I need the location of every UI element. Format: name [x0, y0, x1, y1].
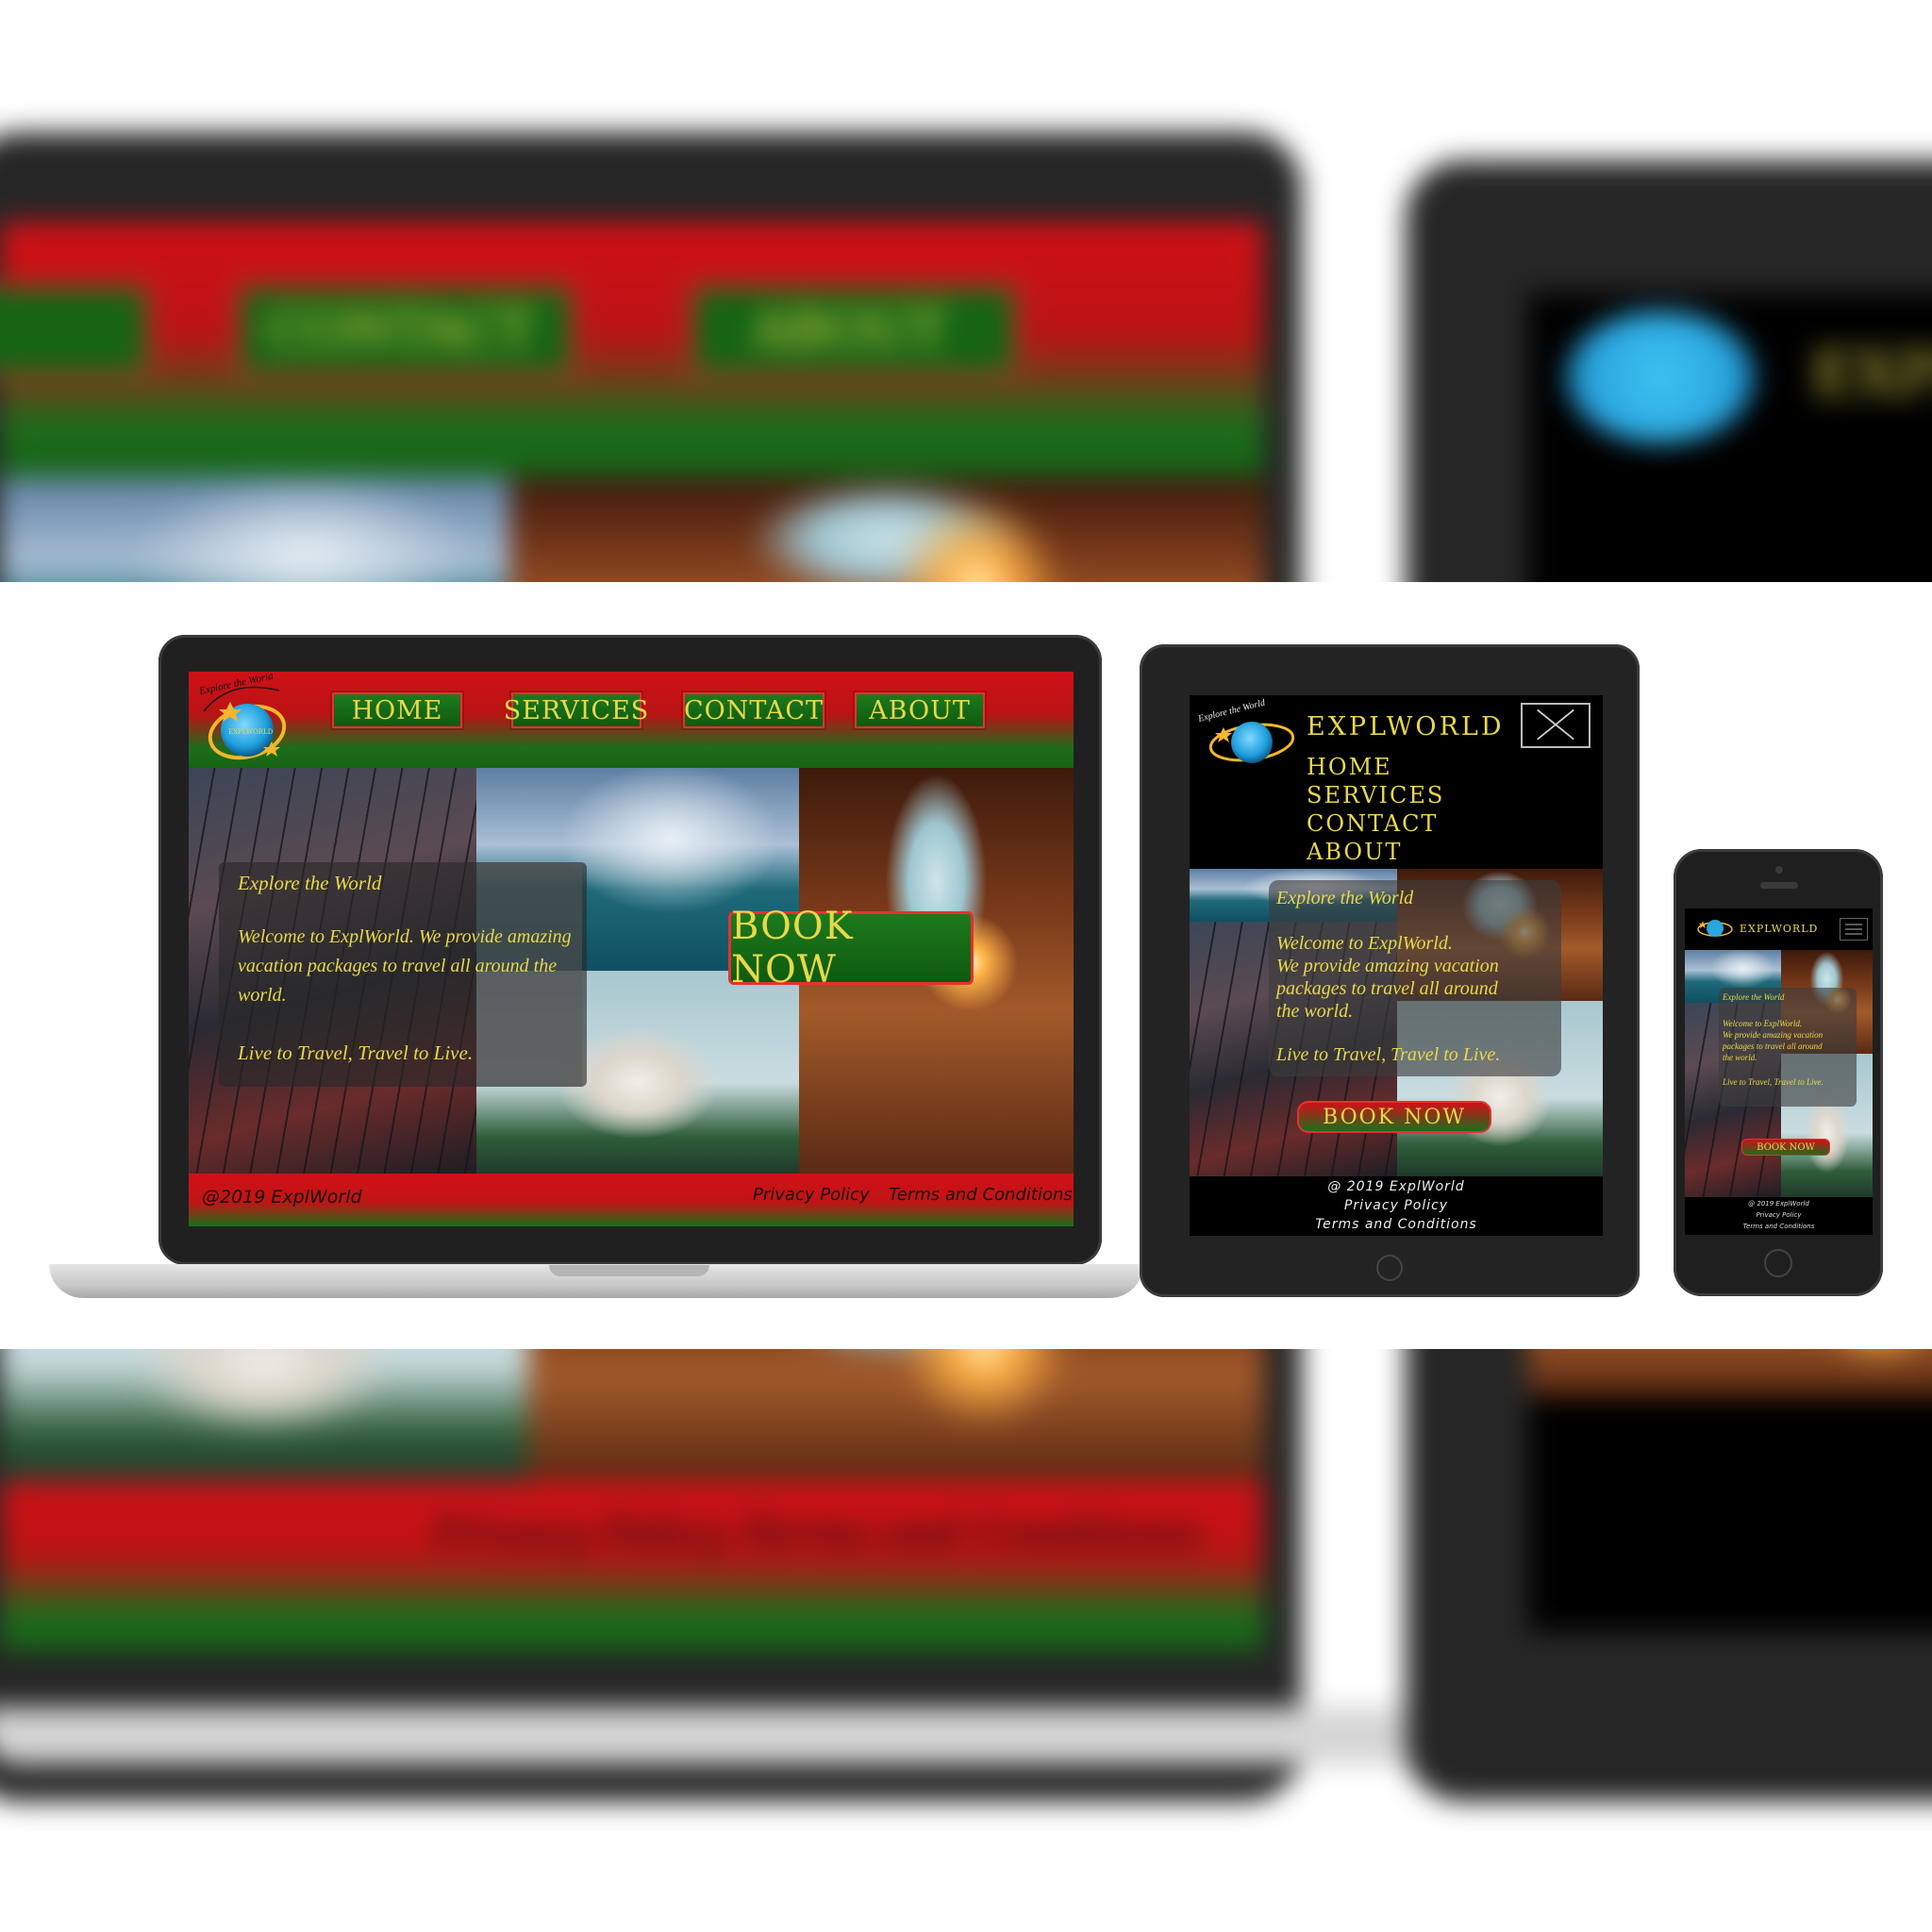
tablet-hero-tagline: Live to Travel, Travel to Live.	[1276, 1044, 1501, 1065]
tablet-menu-contact[interactable]: CONTACT	[1307, 810, 1438, 837]
phone-screen: EXPLWORLD Explore the World Welcome to E…	[1685, 908, 1873, 1235]
tablet-hero-line-2: We provide amazing vacation	[1276, 956, 1499, 976]
hero-title: Explore the World	[238, 872, 382, 894]
hamburger-icon[interactable]	[1840, 918, 1868, 941]
tablet-footer-copyright: @ 2019 ExplWorld	[1327, 1179, 1465, 1194]
phone-hero-line-2: We provide amazing vacation	[1723, 1030, 1824, 1040]
background-bottom: Privacy Policy Terms and Conditions	[0, 1349, 1932, 1932]
logo-mini-brand: EXPLWORLD	[228, 728, 274, 736]
tablet-hero-line-1: Welcome to ExplWorld.	[1276, 933, 1453, 954]
bg-nav-contact: CONTACT	[267, 300, 535, 359]
laptop-header: Explore the World EXPLWORLD HOME SERVICE…	[189, 672, 1074, 768]
footer-privacy-link[interactable]: Privacy Policy	[753, 1185, 870, 1205]
tablet-menu-services[interactable]: SERVICES	[1307, 782, 1444, 808]
nav-contact[interactable]: CONTACT	[683, 692, 824, 728]
laptop-footer: @2019 ExplWorld Privacy Policy Terms and…	[189, 1174, 1074, 1226]
close-icon[interactable]	[1521, 703, 1591, 748]
phone-footer-copyright: @ 2019 ExplWorld	[1748, 1200, 1809, 1208]
phone-brand: EXPLWORLD	[1740, 923, 1819, 935]
bg-tablet: EXPLWORLD	[1406, 160, 1932, 582]
laptop-notch	[549, 1265, 709, 1276]
phone-footer-privacy-link[interactable]: Privacy Policy	[1685, 1211, 1873, 1219]
tablet-menu-home[interactable]: HOME	[1307, 754, 1392, 780]
logo-tagline: Explore the World	[197, 674, 275, 697]
background-top: CONTACT ABOUT EXPLWORLD	[0, 0, 1932, 582]
bg-footer-links: Privacy Policy Terms and Conditions	[434, 1509, 1202, 1557]
footer-terms-link[interactable]: Terms and Conditions	[889, 1185, 1073, 1205]
tablet-menu-about[interactable]: ABOUT	[1307, 839, 1402, 865]
tablet-brand: EXPLWORLD	[1307, 712, 1505, 741]
footer-copyright: @2019 ExplWorld	[202, 1187, 362, 1208]
phone-speaker	[1760, 882, 1798, 889]
home-button-icon	[1764, 1249, 1792, 1277]
bg-tablet-brand: EXPLWORLD	[1811, 340, 1932, 409]
phone-book-now-button[interactable]: BOOK NOW	[1741, 1139, 1830, 1156]
phone-hero-line-1: Welcome to ExplWorld.	[1723, 1019, 1803, 1028]
home-button-icon	[1376, 1255, 1403, 1281]
book-now-button[interactable]: BOOK NOW	[728, 905, 974, 991]
hero-line-2: vacation packages to travel all around t…	[238, 956, 558, 976]
bg-laptop: CONTACT ABOUT	[0, 132, 1302, 582]
globe-logo-icon[interactable]	[1687, 910, 1734, 939]
hero-tagline: Live to Travel, Travel to Live.	[238, 1041, 474, 1064]
bg-tablet-bottom	[1406, 1349, 1932, 1802]
hero-line-1: Welcome to ExplWorld. We provide amazing	[238, 926, 572, 947]
laptop-hero: Explore the World Welcome to ExplWorld. …	[189, 768, 1074, 1174]
phone-footer-terms-link[interactable]: Terms and Conditions	[1685, 1223, 1873, 1230]
tablet-hero-line-4: the world.	[1276, 1001, 1354, 1022]
laptop-screen: Explore the World EXPLWORLD HOME SERVICE…	[189, 672, 1074, 1226]
phone-hero-tagline: Live to Travel, Travel to Live.	[1723, 1077, 1824, 1087]
tablet-screen: Explore the World EXPLWORLD HOME SERVICE…	[1190, 695, 1603, 1236]
phone-hero-title: Explore the World	[1723, 992, 1785, 1002]
globe-logo-icon[interactable]: Explore the World	[1193, 695, 1297, 771]
phone-hero-line-4: the world.	[1723, 1053, 1757, 1062]
tablet-footer-privacy-link[interactable]: Privacy Policy	[1190, 1198, 1603, 1213]
nav-services[interactable]: SERVICES	[504, 692, 648, 728]
bg-nav-about: ABOUT	[752, 300, 946, 359]
tablet-book-now-button[interactable]: BOOK NOW	[1297, 1101, 1491, 1133]
phone-camera	[1775, 866, 1783, 874]
tablet-hero-title: Explore the World	[1276, 888, 1414, 908]
nav-about[interactable]: ABOUT	[855, 692, 985, 728]
phone-hero-line-3: packages to travel all around	[1723, 1041, 1823, 1051]
tablet-hero-line-3: packages to travel all around	[1276, 978, 1498, 999]
tablet-footer-terms-link[interactable]: Terms and Conditions	[1190, 1217, 1603, 1232]
globe-logo-icon[interactable]: Explore the World EXPLWORLD	[192, 674, 296, 768]
hero-line-3: world.	[238, 985, 287, 1006]
nav-home[interactable]: HOME	[332, 692, 462, 728]
tablet-logo-tagline: Explore the World	[1196, 697, 1267, 724]
